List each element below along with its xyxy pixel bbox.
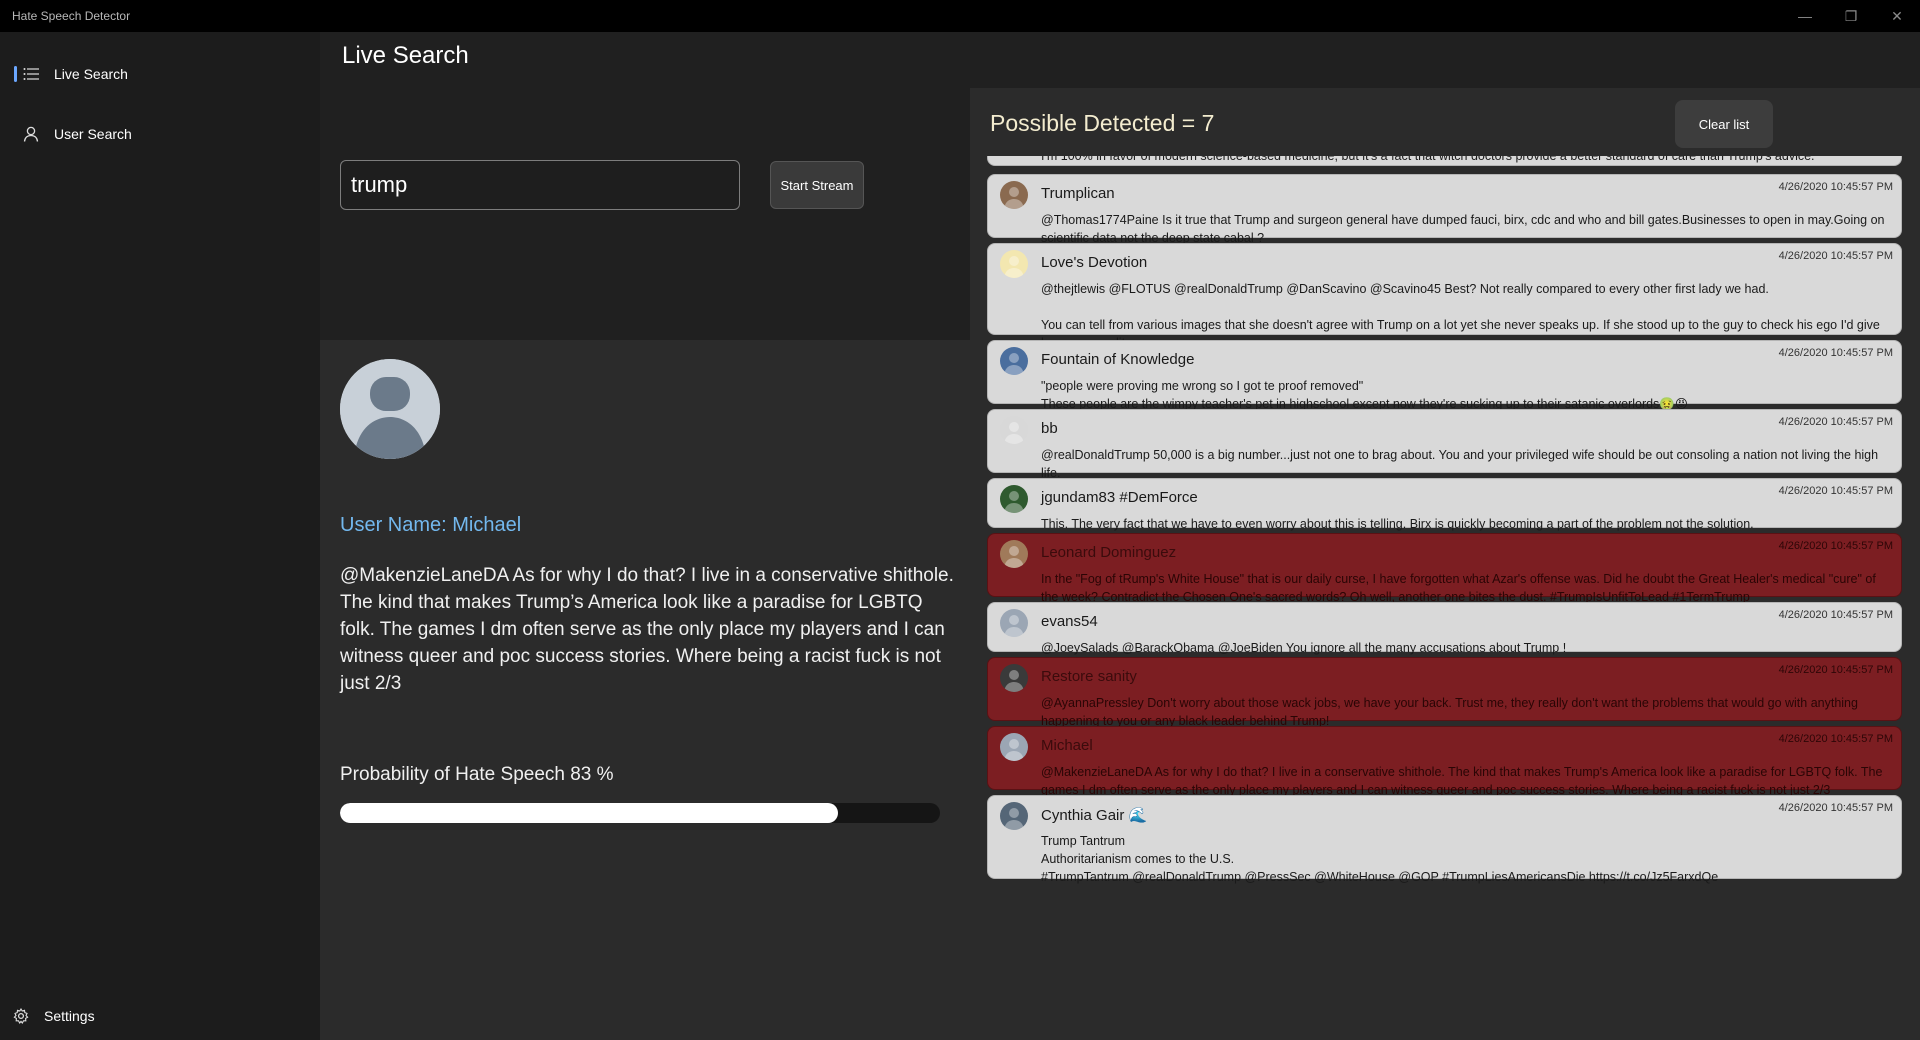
tweet-body: This. The very fact that we have to even… xyxy=(1041,517,1754,531)
tweet-author: Michael xyxy=(1041,737,1093,754)
tweet-list[interactable]: I'm 100% in favor of modern science-base… xyxy=(970,156,1920,1040)
user-avatar-icon xyxy=(1000,485,1028,513)
tweet-author: Cynthia Gair 🌊 xyxy=(1041,807,1148,824)
user-avatar-icon xyxy=(1000,609,1028,637)
tweet-body: @realDonaldTrump 50,000 is a big number.… xyxy=(1041,448,1879,480)
person-icon xyxy=(22,125,40,143)
user-avatar-icon xyxy=(1000,733,1028,761)
tweet-body: @AyannaPressley Don't worry about those … xyxy=(1041,696,1858,728)
list-item[interactable]: Fountain of Knowledge 4/26/2020 10:45:57 … xyxy=(987,340,1902,411)
nav-label: User Search xyxy=(54,126,132,142)
tweet-timestamp: 4/26/2020 10:45:57 PM xyxy=(1778,347,1893,359)
nav-item-live-search[interactable]: Live Search xyxy=(0,54,320,94)
window-title: Hate Speech Detector xyxy=(12,9,131,23)
list-item[interactable]: jgundam83 #DemForce 4/26/2020 10:45:57 PM… xyxy=(987,478,1902,531)
nav-label: Live Search xyxy=(54,66,128,82)
default-avatar-icon xyxy=(340,359,440,459)
probability-label: Probability of Hate Speech 83 % xyxy=(340,764,614,785)
tweet-timestamp: 4/26/2020 10:45:57 PM xyxy=(1778,250,1893,262)
probability-bar-fill xyxy=(340,803,838,823)
title-bar[interactable]: Hate Speech Detector — ❐ ✕ xyxy=(0,0,1920,32)
user-avatar-icon xyxy=(1000,181,1028,209)
list-item[interactable]: Trumplican 4/26/2020 10:45:57 PM @Thomas17… xyxy=(987,174,1902,245)
tweet-body: Trump Tantrum Authoritarianism comes to … xyxy=(1041,834,1719,884)
list-item[interactable]: Restore sanity 4/26/2020 10:45:57 PM @Ayan… xyxy=(987,657,1902,728)
tweet-timestamp: 4/26/2020 10:45:57 PM xyxy=(1778,664,1893,676)
user-avatar-icon xyxy=(1000,540,1028,568)
nav-item-user-search[interactable]: User Search xyxy=(0,114,320,154)
tweet-author: evans54 xyxy=(1041,613,1098,630)
tweet-author: Leonard Dominguez xyxy=(1041,544,1177,561)
clear-list-button[interactable]: Clear list xyxy=(1675,100,1773,148)
list-item[interactable]: I'm 100% in favor of modern science-base… xyxy=(987,156,1902,166)
tweet-text: @MakenzieLaneDA As for why I do that? I … xyxy=(340,565,954,694)
tweet-author: Restore sanity xyxy=(1041,668,1137,685)
tweet-author: Love's Devotion xyxy=(1041,254,1148,271)
avatar xyxy=(340,359,440,459)
tweet-body: In the "Fog of tRump's White House" that… xyxy=(1041,572,1876,604)
gear-icon xyxy=(12,1007,30,1025)
tweet-author: bb xyxy=(1041,420,1058,437)
user-avatar-icon xyxy=(1000,802,1028,830)
user-avatar-icon xyxy=(1000,347,1028,375)
search-input[interactable] xyxy=(340,160,740,210)
tweet-body: @Thomas1774Paine Is it true that Trump a… xyxy=(1041,213,1885,245)
main-content: Live Search Start Stream User Name: Mich… xyxy=(320,32,1920,1040)
list-item[interactable]: bb 4/26/2020 10:45:57 PM @realDonaldTrump … xyxy=(987,409,1902,480)
detected-panel: Possible Detected = 7 Clear list I'm 100… xyxy=(970,88,1920,1040)
settings-label: Settings xyxy=(44,1008,95,1024)
start-stream-button[interactable]: Start Stream xyxy=(770,161,864,209)
navigation-pane: Live Search User Search Settings xyxy=(0,32,320,1040)
tweet-author: Trumplican xyxy=(1041,185,1115,202)
username: User Name: Michael xyxy=(340,514,522,536)
tweet-timestamp: 4/26/2020 10:45:57 PM xyxy=(1778,181,1893,193)
tweet-timestamp: 4/26/2020 10:45:57 PM xyxy=(1778,733,1893,745)
app-window: Hate Speech Detector — ❐ ✕ Live Search U… xyxy=(0,0,1920,1040)
user-avatar-icon xyxy=(1000,416,1028,444)
window-controls: — ❐ ✕ xyxy=(1782,0,1920,32)
tweet-timestamp: 4/26/2020 10:45:57 PM xyxy=(1778,416,1893,428)
tweet-timestamp: 4/26/2020 10:45:57 PM xyxy=(1778,540,1893,552)
list-item[interactable]: Cynthia Gair 🌊 4/26/2020 10:45:57 PM Trump… xyxy=(987,795,1902,884)
tweet-timestamp: 4/26/2020 10:45:57 PM xyxy=(1778,802,1893,814)
probability-bar xyxy=(340,803,940,823)
list-item[interactable]: Michael 4/26/2020 10:45:57 PM @MakenzieLan… xyxy=(987,726,1902,797)
close-button[interactable]: ✕ xyxy=(1874,0,1920,32)
list-item[interactable]: evans54 4/26/2020 10:45:57 PM @JoeySalads … xyxy=(987,602,1902,655)
tweet-timestamp: 4/26/2020 10:45:57 PM xyxy=(1778,609,1893,621)
user-avatar-icon xyxy=(1000,664,1028,692)
detected-count: Possible Detected = 7 xyxy=(990,110,1215,136)
tweet-body: @MakenzieLaneDA As for why I do that? I … xyxy=(1041,765,1883,797)
tweet-body: I'm 100% in favor of modern science-base… xyxy=(1041,156,1815,163)
tweet-body: @JoeySalads @BarackObama @JoeBiden You i… xyxy=(1041,641,1567,655)
list-item[interactable]: Leonard Dominguez 4/26/2020 10:45:57 PM In… xyxy=(987,533,1902,604)
tweet-author: jgundam83 #DemForce xyxy=(1041,489,1198,506)
list-item[interactable]: Love's Devotion 4/26/2020 10:45:57 PM @the… xyxy=(987,243,1902,350)
user-avatar-icon xyxy=(1000,250,1028,278)
minimize-button[interactable]: — xyxy=(1782,0,1828,32)
page-title: Live Search xyxy=(342,42,469,69)
tweet-detail-panel: User Name: Michael @MakenzieLaneDA As fo… xyxy=(320,340,970,1040)
tweet-timestamp: 4/26/2020 10:45:57 PM xyxy=(1778,485,1893,497)
restore-button[interactable]: ❐ xyxy=(1828,0,1874,32)
nav-item-settings[interactable]: Settings xyxy=(0,996,320,1036)
list-icon xyxy=(22,65,40,83)
tweet-author: Fountain of Knowledge xyxy=(1041,351,1195,368)
tweet-body: "people were proving me wrong so I got t… xyxy=(1041,379,1688,411)
search-area: Start Stream xyxy=(320,88,970,340)
